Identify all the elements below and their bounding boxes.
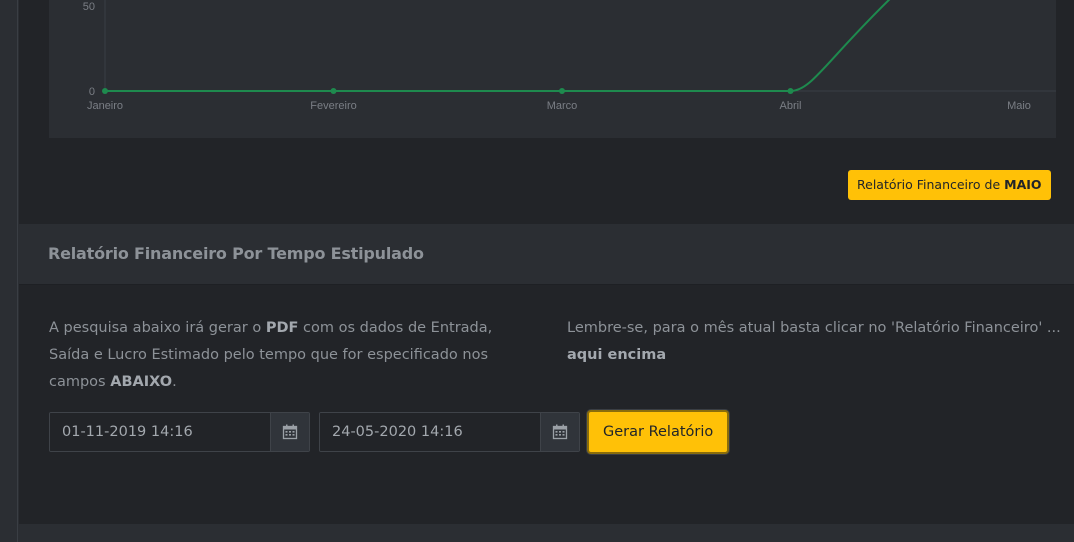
period-report-card: Relatório Financeiro Por Tempo Estipulad… bbox=[19, 224, 1074, 524]
instructions-part: A pesquisa abaixo irá gerar o bbox=[49, 320, 262, 336]
sidebar-edge bbox=[0, 0, 18, 542]
chart-svg: 0 50 Janeiro Fevereiro Marco Abril Maio bbox=[83, 0, 1056, 112]
monthly-report-label: Relatório Financeiro de bbox=[857, 177, 1001, 192]
monthly-report-month: MAIO bbox=[1004, 177, 1042, 192]
line-chart: 0 50 Janeiro Fevereiro Marco Abril Maio bbox=[49, 0, 1056, 138]
data-point bbox=[102, 88, 108, 94]
end-date-group bbox=[319, 412, 580, 452]
monthly-report-button[interactable]: Relatório Financeiro de MAIO bbox=[848, 170, 1051, 200]
footer-strip bbox=[19, 524, 1074, 542]
card-title: Relatório Financeiro Por Tempo Estipulad… bbox=[48, 244, 424, 263]
reminder-bold: aqui encima bbox=[567, 347, 667, 363]
instructions-part: . bbox=[172, 374, 177, 390]
data-point bbox=[330, 88, 337, 94]
x-tick-label: Maio bbox=[1007, 100, 1031, 112]
data-point bbox=[787, 88, 794, 94]
x-tick-label: Janeiro bbox=[87, 100, 123, 112]
series-line bbox=[105, 0, 891, 92]
end-date-input[interactable] bbox=[320, 413, 540, 451]
reminder-text: Lembre-se, para o mês atual basta clicar… bbox=[567, 315, 1067, 369]
monthly-chart-card: 0 50 Janeiro Fevereiro Marco Abril Maio Relató… bbox=[19, 0, 1074, 224]
instructions-bold-abaixo: ABAIXO bbox=[110, 374, 173, 390]
instructions-bold-pdf: PDF bbox=[265, 320, 299, 336]
data-point bbox=[559, 88, 565, 94]
start-date-input[interactable] bbox=[50, 413, 270, 451]
reminder-part: Lembre-se, para o mês atual basta clicar… bbox=[567, 320, 1061, 336]
calendar-icon[interactable] bbox=[270, 413, 309, 451]
y-tick-label: 50 bbox=[83, 1, 95, 13]
x-tick-label: Marco bbox=[547, 100, 578, 112]
card-header: Relatório Financeiro Por Tempo Estipulad… bbox=[19, 224, 1074, 285]
x-tick-label: Abril bbox=[779, 100, 801, 112]
instructions-text: A pesquisa abaixo irá gerar o PDF com os… bbox=[49, 315, 529, 396]
main-content: 0 50 Janeiro Fevereiro Marco Abril Maio Relató… bbox=[19, 0, 1074, 542]
start-date-group bbox=[49, 412, 310, 452]
y-tick-label: 0 bbox=[89, 86, 95, 98]
generate-report-button[interactable]: Gerar Relatório bbox=[587, 410, 730, 454]
x-tick-label: Fevereiro bbox=[310, 100, 356, 112]
calendar-icon[interactable] bbox=[540, 413, 579, 451]
